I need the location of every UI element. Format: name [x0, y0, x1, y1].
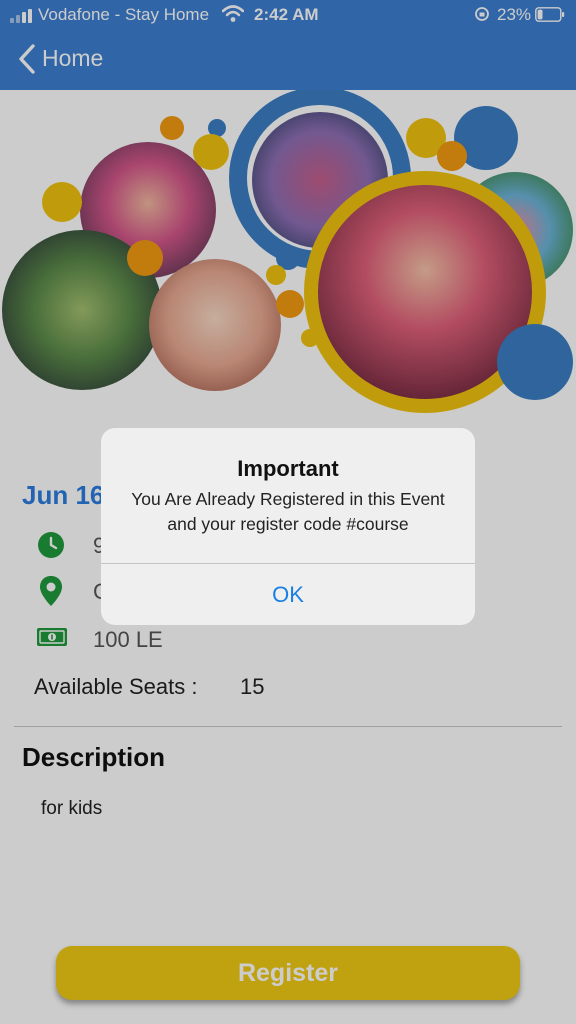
alert-message: You Are Already Registered in this Event… — [131, 489, 445, 534]
alert-ok-button[interactable]: OK — [101, 564, 475, 625]
alert-dialog: Important You Are Already Registered in … — [101, 428, 475, 625]
alert-title: Important — [237, 456, 339, 481]
